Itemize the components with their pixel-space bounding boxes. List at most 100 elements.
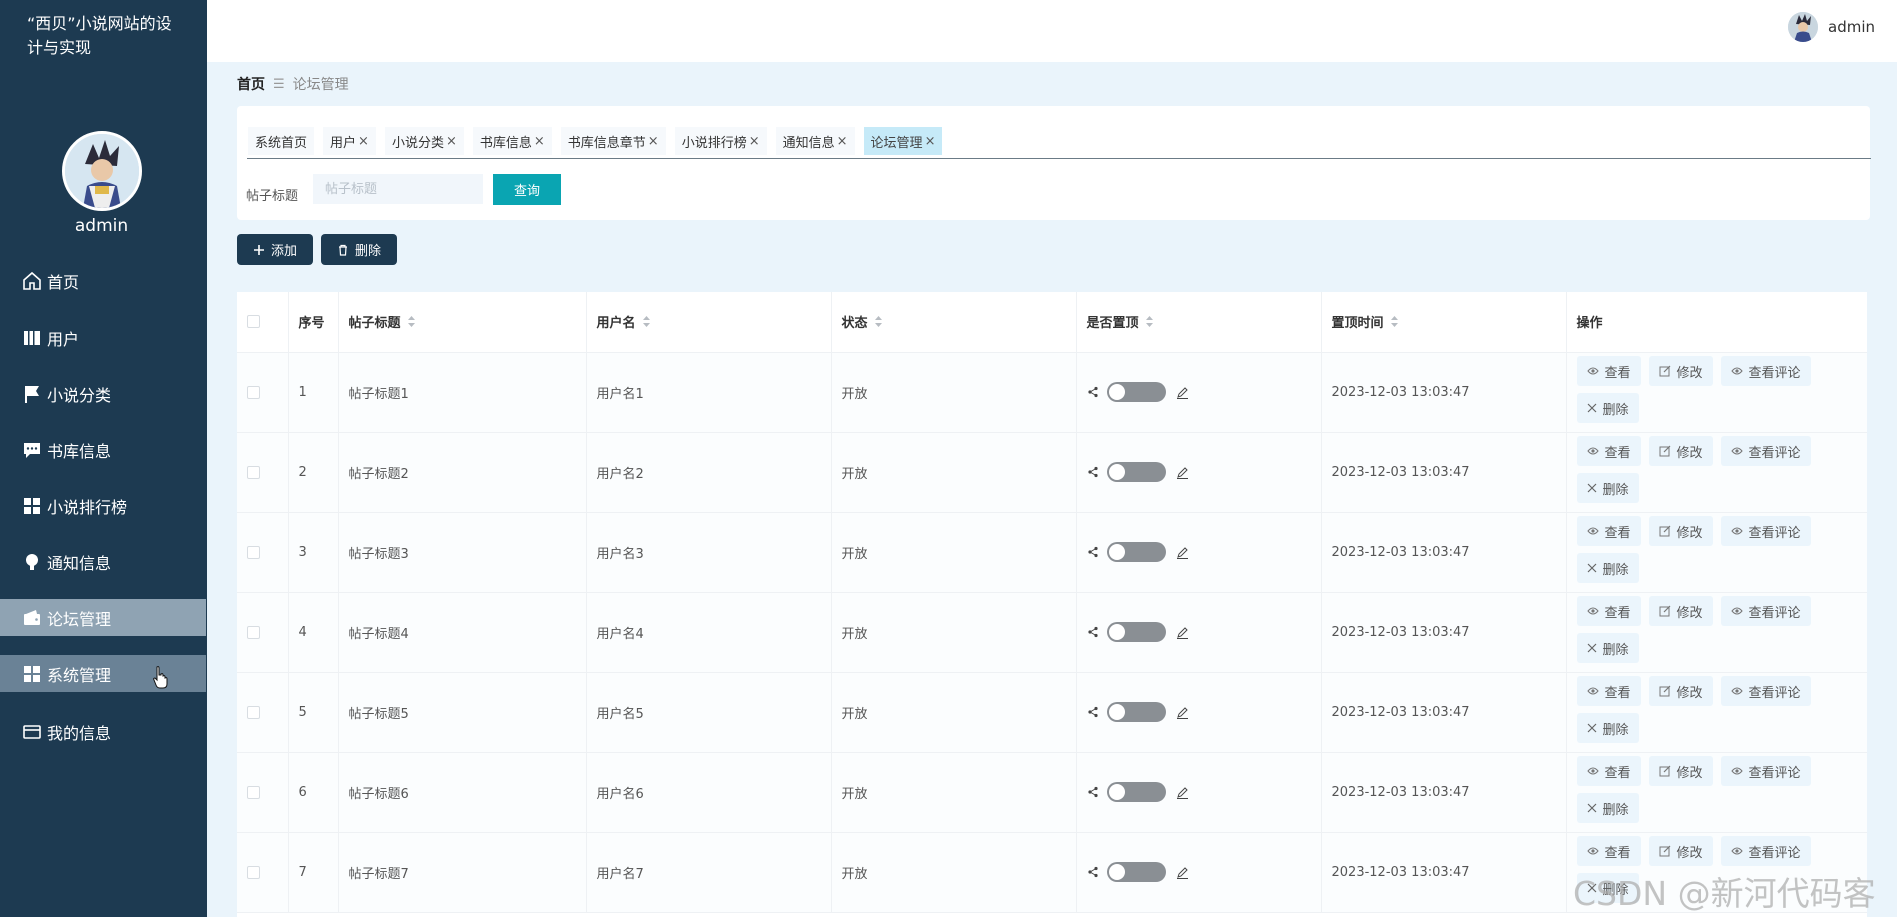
sidebar-item-system[interactable]: 系统管理	[0, 655, 206, 692]
sidebar-item-ranking[interactable]: 小说排行榜	[0, 487, 206, 524]
edit-pen-icon[interactable]	[1176, 386, 1189, 399]
col-pinned[interactable]: 是否置顶	[1076, 292, 1322, 353]
sort-icon[interactable]	[642, 315, 651, 332]
edit-button[interactable]: 修改	[1648, 596, 1713, 626]
close-icon[interactable]: ×	[446, 134, 457, 149]
view-comments-button[interactable]: 查看评论	[1720, 516, 1811, 546]
view-button[interactable]: 查看	[1576, 676, 1641, 706]
view-button[interactable]: 查看	[1576, 356, 1641, 386]
row-checkbox[interactable]	[247, 465, 260, 479]
row-checkbox[interactable]	[247, 705, 260, 719]
close-icon[interactable]: ×	[358, 134, 369, 149]
edit-button[interactable]: 修改	[1648, 836, 1713, 866]
edit-button[interactable]: 修改	[1648, 436, 1713, 466]
tab-home[interactable]: 系统首页	[248, 127, 315, 155]
table-row[interactable]: 2 帖子标题2 用户名2 开放 2023-12-03 13:03:47 查看 修…	[237, 432, 1867, 513]
batch-delete-button[interactable]: 删除	[321, 234, 397, 265]
edit-pen-icon[interactable]	[1176, 466, 1189, 479]
close-icon[interactable]: ×	[648, 134, 659, 149]
tab-users[interactable]: 用户 ×	[323, 127, 376, 155]
edit-button[interactable]: 修改	[1648, 356, 1713, 386]
pin-toggle[interactable]	[1106, 782, 1166, 802]
col-status[interactable]: 状态	[831, 292, 1077, 353]
close-icon[interactable]: ×	[534, 134, 545, 149]
pin-toggle[interactable]	[1106, 622, 1166, 642]
view-comments-button[interactable]: 查看评论	[1720, 756, 1811, 786]
view-button[interactable]: 查看	[1576, 516, 1641, 546]
breadcrumb-home[interactable]: 首页	[237, 74, 265, 94]
sidebar-item-library[interactable]: 书库信息	[0, 431, 206, 468]
table-row[interactable]: 4 帖子标题4 用户名4 开放 2023-12-03 13:03:47 查看 修…	[237, 592, 1867, 673]
sort-icon[interactable]	[1145, 315, 1154, 332]
search-button[interactable]: 查询	[493, 174, 561, 205]
pin-toggle[interactable]	[1106, 542, 1166, 562]
close-icon[interactable]: ×	[749, 134, 760, 149]
search-input[interactable]	[313, 174, 483, 204]
view-button[interactable]: 查看	[1576, 836, 1641, 866]
cell-index: 2	[288, 432, 339, 513]
view-button[interactable]: 查看	[1576, 596, 1641, 626]
pin-toggle[interactable]	[1106, 702, 1166, 722]
table-row[interactable]: 5 帖子标题5 用户名5 开放 2023-12-03 13:03:47 查看 修…	[237, 672, 1867, 753]
row-delete-button[interactable]: 删除	[1576, 553, 1639, 583]
row-delete-button[interactable]: 删除	[1576, 633, 1639, 663]
view-comments-button[interactable]: 查看评论	[1720, 436, 1811, 466]
tab-library[interactable]: 书库信息 ×	[472, 127, 552, 155]
table-row[interactable]: 3 帖子标题3 用户名3 开放 2023-12-03 13:03:47 查看 修…	[237, 512, 1867, 593]
close-icon[interactable]: ×	[837, 134, 848, 149]
sidebar-item-categories[interactable]: 小说分类	[0, 375, 206, 412]
view-button[interactable]: 查看	[1576, 436, 1641, 466]
table-row[interactable]: 1 帖子标题1 用户名1 开放 2023-12-03 13:03:47 查看 修…	[237, 352, 1867, 433]
row-checkbox[interactable]	[247, 785, 260, 799]
avatar[interactable]	[62, 131, 142, 211]
col-title[interactable]: 帖子标题	[338, 292, 587, 353]
sort-icon[interactable]	[1390, 315, 1399, 332]
sort-icon[interactable]	[874, 315, 883, 332]
table-row[interactable]: 6 帖子标题6 用户名6 开放 2023-12-03 13:03:47 查看 修…	[237, 752, 1867, 833]
row-checkbox[interactable]	[247, 865, 260, 879]
sidebar-item-forum[interactable]: 论坛管理	[0, 599, 206, 636]
tab-categories[interactable]: 小说分类 ×	[384, 127, 464, 155]
sidebar-item-notices[interactable]: 通知信息	[0, 543, 206, 580]
tab-library-chapters[interactable]: 书库信息章节 ×	[560, 127, 666, 155]
edit-button[interactable]: 修改	[1648, 756, 1713, 786]
pin-toggle[interactable]	[1106, 382, 1166, 402]
top-header: admin	[207, 0, 1897, 62]
row-delete-button[interactable]: 删除	[1576, 473, 1639, 503]
view-comments-button[interactable]: 查看评论	[1720, 676, 1811, 706]
sidebar-username: admin	[74, 216, 129, 236]
edit-pen-icon[interactable]	[1176, 626, 1189, 639]
tab-notices[interactable]: 通知信息 ×	[775, 127, 855, 155]
tab-forum[interactable]: 论坛管理 ×	[863, 127, 943, 155]
row-checkbox[interactable]	[247, 385, 260, 399]
sidebar-item-profile[interactable]: 我的信息	[0, 713, 206, 750]
row-delete-button[interactable]: 删除	[1576, 393, 1639, 423]
view-comments-button[interactable]: 查看评论	[1720, 836, 1811, 866]
edit-button[interactable]: 修改	[1648, 676, 1713, 706]
view-button[interactable]: 查看	[1576, 756, 1641, 786]
edit-pen-icon[interactable]	[1176, 786, 1189, 799]
row-checkbox[interactable]	[247, 545, 260, 559]
view-comments-button[interactable]: 查看评论	[1720, 356, 1811, 386]
sidebar-item-home[interactable]: 首页	[0, 262, 206, 299]
pin-toggle[interactable]	[1106, 862, 1166, 882]
edit-button[interactable]: 修改	[1648, 516, 1713, 546]
close-icon[interactable]: ×	[925, 134, 936, 149]
view-comments-button[interactable]: 查看评论	[1720, 596, 1811, 626]
col-pin-time[interactable]: 置顶时间	[1321, 292, 1567, 353]
edit-pen-icon[interactable]	[1176, 546, 1189, 559]
col-username[interactable]: 用户名	[586, 292, 832, 353]
header-user[interactable]: admin	[1788, 12, 1875, 42]
pin-toggle[interactable]	[1106, 462, 1166, 482]
row-checkbox[interactable]	[247, 625, 260, 639]
edit-pen-icon[interactable]	[1176, 866, 1189, 879]
select-all-checkbox[interactable]	[247, 315, 260, 329]
header-avatar[interactable]	[1788, 12, 1818, 42]
sort-icon[interactable]	[407, 315, 416, 332]
add-button[interactable]: 添加	[237, 234, 313, 265]
edit-pen-icon[interactable]	[1176, 706, 1189, 719]
tab-ranking[interactable]: 小说排行榜 ×	[674, 127, 767, 155]
sidebar-item-users[interactable]: 用户	[0, 319, 206, 356]
row-delete-button[interactable]: 删除	[1576, 713, 1639, 743]
row-delete-button[interactable]: 删除	[1576, 793, 1639, 823]
